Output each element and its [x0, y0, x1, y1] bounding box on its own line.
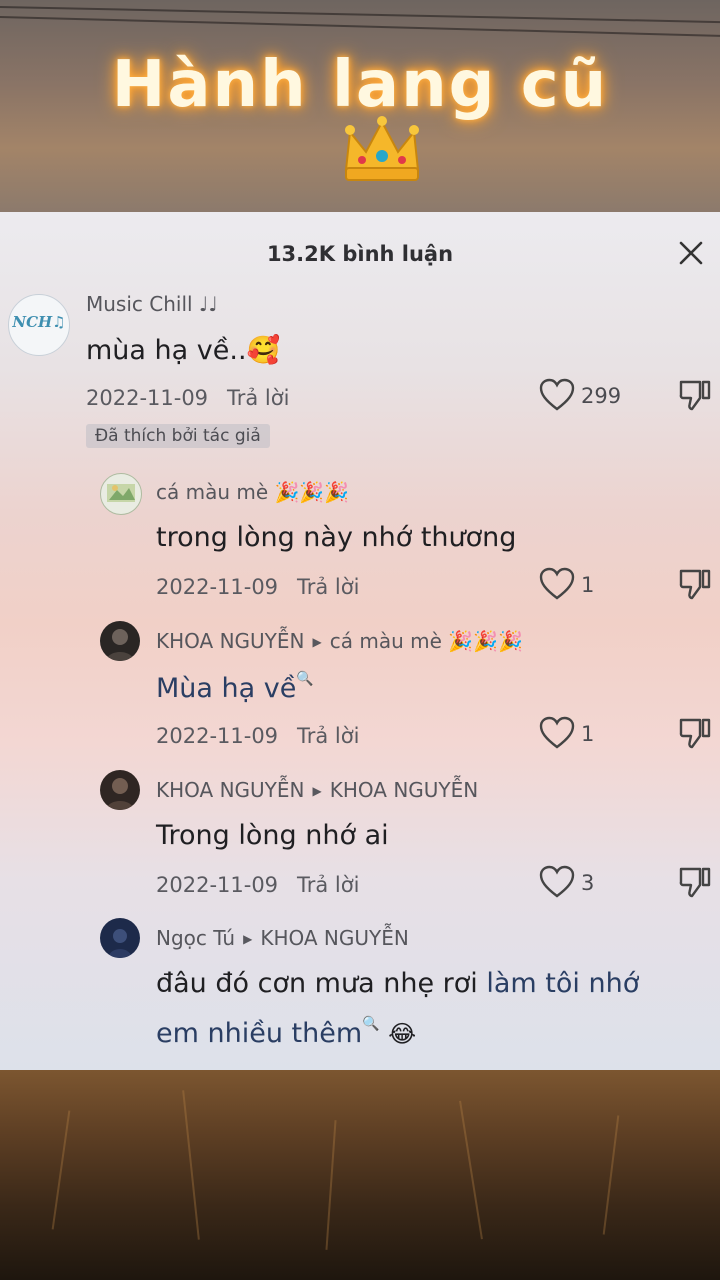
comment-text-plain: đâu đó cơn mưa nhẹ rơi: [156, 968, 487, 999]
heart-icon[interactable]: [539, 567, 575, 601]
reply-button[interactable]: Trả lời: [297, 873, 359, 897]
dislike-icon[interactable]: [678, 865, 712, 899]
heart-icon[interactable]: [539, 865, 575, 899]
dislike-icon[interactable]: [678, 716, 712, 750]
comment-username[interactable]: Ngọc Tú: [156, 926, 235, 950]
comment-text-link[interactable]: em nhiều thêm: [156, 1018, 362, 1049]
liked-by-author-badge: Đã thích bởi tác giả: [86, 424, 270, 448]
comment-date: 2022-11-09: [156, 873, 279, 897]
grass-stroke: [182, 1090, 200, 1240]
comment-date: 2022-11-09: [156, 724, 279, 748]
reply-to-username[interactable]: KHOA NGUYỄN: [330, 778, 479, 802]
crown-icon: [344, 116, 420, 181]
comment-text-line2: em nhiều thêm🔍 😂: [156, 1016, 416, 1049]
avatar-image: [107, 484, 135, 502]
video-title: Hành lang cũ: [111, 48, 609, 122]
reply-arrow-icon: ▶: [312, 635, 322, 649]
search-icon[interactable]: 🔍: [296, 671, 313, 687]
comment-count-title: 13.2K bình luận: [266, 242, 454, 266]
comment-text-line1: đâu đó cơn mưa nhẹ rơi làm tôi nhớ: [156, 968, 639, 999]
avatar[interactable]: NCH♫: [8, 294, 70, 356]
avatar-logo-text: NCH♫: [12, 313, 66, 331]
comment-text-link[interactable]: Mùa hạ về: [156, 673, 296, 704]
comment-text: trong lòng này nhớ thương: [156, 522, 517, 553]
comment-date: 2022-11-09: [86, 386, 209, 410]
comment-text-link[interactable]: làm tôi nhớ: [486, 968, 639, 999]
avatar-image: [106, 629, 134, 661]
like-count: 299: [581, 384, 622, 408]
power-line: [0, 6, 720, 24]
avatar[interactable]: [100, 621, 140, 661]
like-count: 1: [581, 573, 595, 597]
comment-username[interactable]: Music Chill ♩♩: [86, 292, 218, 316]
comment-username[interactable]: cá màu mè 🎉🎉🎉: [156, 480, 349, 504]
reply-to-username[interactable]: KHOA NGUYỄN: [260, 926, 409, 950]
reply-button[interactable]: Trả lời: [297, 724, 359, 748]
comment-username[interactable]: KHOA NGUYỄN: [156, 629, 305, 653]
reply-button[interactable]: Trả lời: [227, 386, 289, 410]
heart-icon[interactable]: [539, 378, 575, 412]
like-count: 1: [581, 722, 595, 746]
comment-text: mùa hạ về..🥰: [86, 335, 281, 366]
search-icon[interactable]: 🔍: [362, 1016, 379, 1032]
avatar[interactable]: [100, 918, 140, 958]
reply-arrow-icon: ▶: [312, 784, 322, 798]
dislike-icon[interactable]: [678, 567, 712, 601]
grass-stroke: [51, 1110, 71, 1230]
reply-button[interactable]: Trả lời: [297, 575, 359, 599]
grass-stroke: [325, 1120, 337, 1250]
reply-arrow-icon: ▶: [243, 932, 253, 946]
comment-text: Trong lòng nhớ ai: [156, 820, 389, 851]
video-background-bottom: [0, 1070, 720, 1280]
comment-text[interactable]: Mùa hạ về🔍: [156, 671, 314, 704]
comment-reply-header: KHOA NGUYỄN ▶ cá màu mè 🎉🎉🎉: [156, 629, 523, 653]
video-background-top: Hành lang cũ: [0, 0, 720, 212]
comment-date: 2022-11-09: [156, 575, 279, 599]
reply-to-username[interactable]: cá màu mè 🎉🎉🎉: [330, 629, 523, 653]
avatar-image: [106, 778, 134, 810]
avatar-image: [108, 929, 132, 958]
comment-username[interactable]: KHOA NGUYỄN: [156, 778, 305, 802]
laughing-emoji: 😂: [388, 1020, 417, 1048]
grass-stroke: [459, 1100, 483, 1240]
like-count: 3: [581, 871, 595, 895]
comment-reply-header: Ngọc Tú ▶ KHOA NGUYỄN: [156, 926, 409, 950]
comment-reply-header: KHOA NGUYỄN ▶ KHOA NGUYỄN: [156, 778, 478, 802]
avatar[interactable]: [100, 473, 142, 515]
grass-stroke: [602, 1115, 620, 1235]
avatar[interactable]: [100, 770, 140, 810]
dislike-icon[interactable]: [678, 378, 712, 412]
heart-icon[interactable]: [539, 716, 575, 750]
close-icon[interactable]: [676, 238, 706, 268]
comments-panel: 13.2K bình luận NCH♫ Music Chill ♩♩ mùa …: [0, 212, 720, 1070]
